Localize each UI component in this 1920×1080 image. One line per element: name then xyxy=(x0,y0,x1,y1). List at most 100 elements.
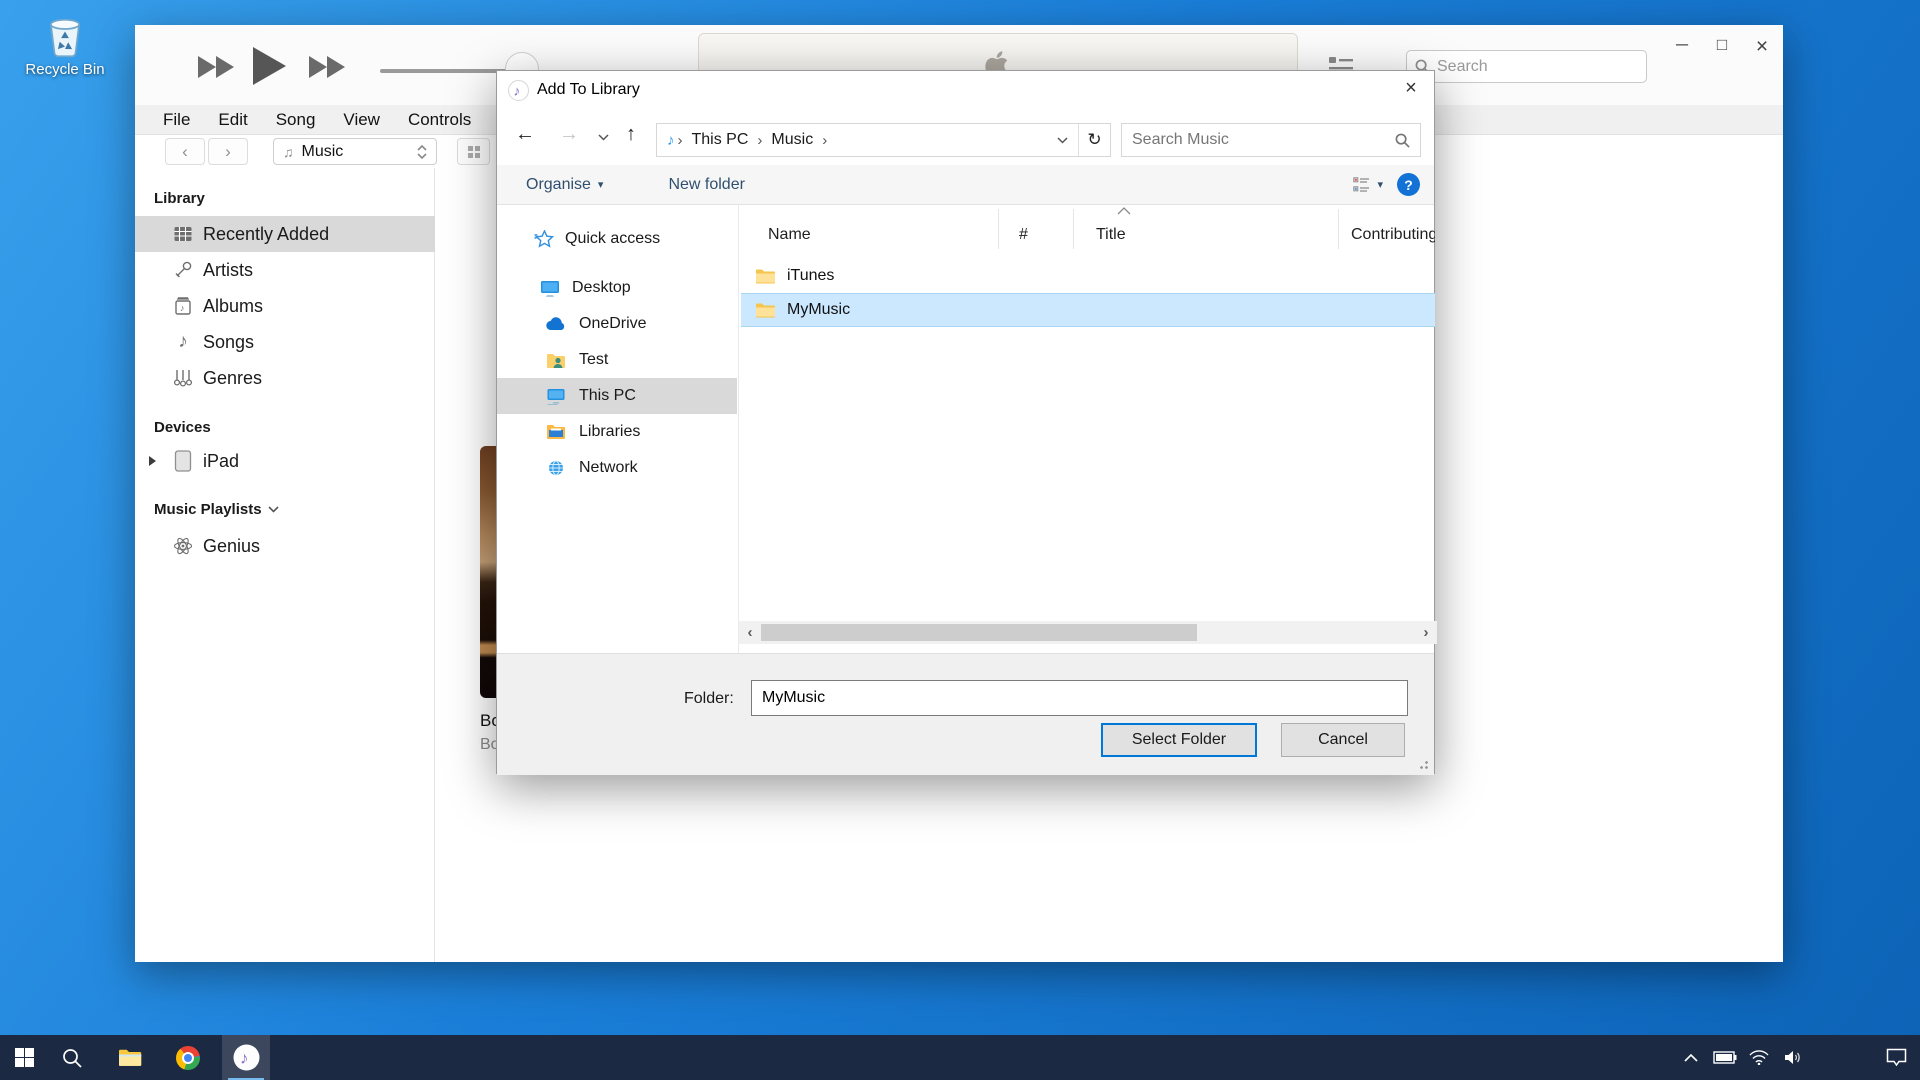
play-button[interactable] xyxy=(252,47,286,85)
speaker-icon xyxy=(1784,1050,1803,1065)
resize-grip[interactable] xyxy=(1417,758,1429,770)
address-bar[interactable]: ♪ › This PC › Music › ↻ xyxy=(656,123,1111,157)
dialog-search-box[interactable] xyxy=(1121,123,1421,157)
place-test-user[interactable]: Test xyxy=(497,342,737,378)
file-list-header: Name # Title Contributing artists xyxy=(739,205,1436,253)
sidebar-item-ipad[interactable]: iPad xyxy=(135,443,435,479)
cancel-button[interactable]: Cancel xyxy=(1281,723,1405,757)
dialog-close-button[interactable]: × xyxy=(1388,71,1434,105)
recycle-bin-label: Recycle Bin xyxy=(22,61,108,78)
tray-battery[interactable] xyxy=(1708,1035,1742,1080)
action-center-button[interactable] xyxy=(1872,1035,1920,1080)
scroll-right-icon[interactable]: › xyxy=(1415,624,1437,641)
help-button[interactable]: ? xyxy=(1397,173,1420,196)
close-button[interactable]: × xyxy=(1749,35,1775,59)
forward-button[interactable]: → xyxy=(559,123,579,146)
tray-show-hidden-icons[interactable] xyxy=(1674,1035,1708,1080)
sidebar-item-genres[interactable]: Genres xyxy=(135,360,435,396)
column-name[interactable]: Name xyxy=(768,226,811,244)
breadcrumb-separator-icon: › xyxy=(819,132,830,149)
folder-icon xyxy=(755,302,775,318)
tray-volume[interactable] xyxy=(1776,1035,1810,1080)
view-grid-button[interactable] xyxy=(457,138,490,165)
chevron-down-icon xyxy=(268,506,279,513)
maximize-button[interactable]: □ xyxy=(1709,35,1735,59)
place-desktop[interactable]: Desktop xyxy=(497,270,737,306)
recycle-bin-shortcut[interactable]: Recycle Bin xyxy=(22,12,108,78)
sidebar-item-genius[interactable]: Genius xyxy=(135,528,435,564)
up-button[interactable]: ↑ xyxy=(626,123,636,146)
this-pc-icon xyxy=(545,388,567,405)
taskbar-chrome[interactable] xyxy=(164,1035,212,1080)
menu-edit[interactable]: Edit xyxy=(204,105,261,135)
tray-network[interactable] xyxy=(1742,1035,1776,1080)
back-button[interactable]: ← xyxy=(515,123,535,146)
breadcrumb-separator-icon: › xyxy=(754,132,765,149)
ipad-icon xyxy=(171,450,195,472)
details-view-icon xyxy=(1353,177,1370,192)
dialog-titlebar[interactable]: ♪ Add To Library × xyxy=(497,71,1434,109)
sidebar-item-recently-added[interactable]: Recently Added xyxy=(135,216,435,252)
place-onedrive[interactable]: OneDrive xyxy=(497,306,737,342)
dialog-footer: Folder: Select Folder Cancel xyxy=(497,653,1434,775)
column-number[interactable]: # xyxy=(1019,226,1028,244)
rewind-button[interactable] xyxy=(197,56,235,78)
sidebar-library-header: Library xyxy=(154,190,205,207)
sidebar-item-albums[interactable]: ♪ Albums xyxy=(135,288,435,324)
folder-label: Folder: xyxy=(684,690,734,708)
view-mode-button[interactable]: ▾ xyxy=(1353,177,1383,192)
folder-name-input[interactable] xyxy=(751,680,1408,716)
place-libraries[interactable]: Libraries xyxy=(497,414,737,450)
windows-logo-icon xyxy=(15,1048,34,1067)
updown-chevrons-icon xyxy=(417,144,427,160)
place-quick-access[interactable]: Quick access xyxy=(497,221,737,257)
file-row-itunes[interactable]: iTunes xyxy=(741,259,1435,293)
new-folder-button[interactable]: New folder xyxy=(668,176,744,194)
itunes-back-button[interactable]: ‹ xyxy=(165,138,205,165)
taskbar-itunes[interactable]: ♪ xyxy=(222,1035,270,1080)
menu-view[interactable]: View xyxy=(329,105,394,135)
minimize-button[interactable]: ─ xyxy=(1669,35,1695,59)
menu-song[interactable]: Song xyxy=(262,105,330,135)
fast-forward-button[interactable] xyxy=(308,56,346,78)
sidebar-playlists-header[interactable]: Music Playlists xyxy=(154,501,279,518)
horizontal-scrollbar[interactable]: ‹ › xyxy=(739,621,1437,644)
network-icon xyxy=(545,460,567,477)
itunes-search-box[interactable] xyxy=(1406,50,1647,83)
dialog-search-input[interactable] xyxy=(1132,131,1395,149)
scroll-left-icon[interactable]: ‹ xyxy=(739,624,761,641)
taskbar-search-button[interactable] xyxy=(48,1035,96,1080)
svg-text:♪: ♪ xyxy=(513,82,520,98)
breadcrumb-this-pc[interactable]: This PC xyxy=(686,131,755,149)
svg-text:♪: ♪ xyxy=(180,303,185,313)
folder-icon xyxy=(755,268,775,284)
place-network[interactable]: Network xyxy=(497,450,737,486)
refresh-button[interactable]: ↻ xyxy=(1078,124,1110,156)
itunes-search-input[interactable] xyxy=(1437,58,1607,76)
start-button[interactable] xyxy=(0,1035,48,1080)
chrome-icon xyxy=(176,1046,200,1070)
history-chevron-icon[interactable] xyxy=(598,134,609,141)
onedrive-cloud-icon xyxy=(545,317,567,331)
itunes-forward-button[interactable]: › xyxy=(208,138,248,165)
expand-caret-icon[interactable] xyxy=(149,456,156,466)
taskbar-file-explorer[interactable] xyxy=(106,1035,154,1080)
scrollbar-thumb[interactable] xyxy=(761,624,1197,641)
select-folder-button[interactable]: Select Folder xyxy=(1101,723,1257,757)
column-contributing-artists[interactable]: Contributing artists xyxy=(1351,226,1435,244)
place-this-pc[interactable]: This PC xyxy=(497,378,737,414)
breadcrumb-music[interactable]: Music xyxy=(765,131,819,149)
column-title[interactable]: Title xyxy=(1096,226,1126,244)
volume-slider-track[interactable] xyxy=(380,69,514,73)
menu-file[interactable]: File xyxy=(149,105,204,135)
sidebar-item-songs[interactable]: ♪ Songs xyxy=(135,324,435,360)
song-note-icon: ♪ xyxy=(171,331,195,353)
taskbar: ♪ xyxy=(0,1035,1920,1080)
media-kind-dropdown[interactable]: ♫ Music xyxy=(273,138,437,165)
menu-controls[interactable]: Controls xyxy=(394,105,485,135)
sidebar-item-artists[interactable]: Artists xyxy=(135,252,435,288)
dialog-title: Add To Library xyxy=(537,81,640,99)
file-row-mymusic[interactable]: MyMusic xyxy=(741,293,1435,327)
address-dropdown-icon[interactable] xyxy=(1057,137,1068,144)
organise-button[interactable]: Organise▾ xyxy=(526,176,603,194)
